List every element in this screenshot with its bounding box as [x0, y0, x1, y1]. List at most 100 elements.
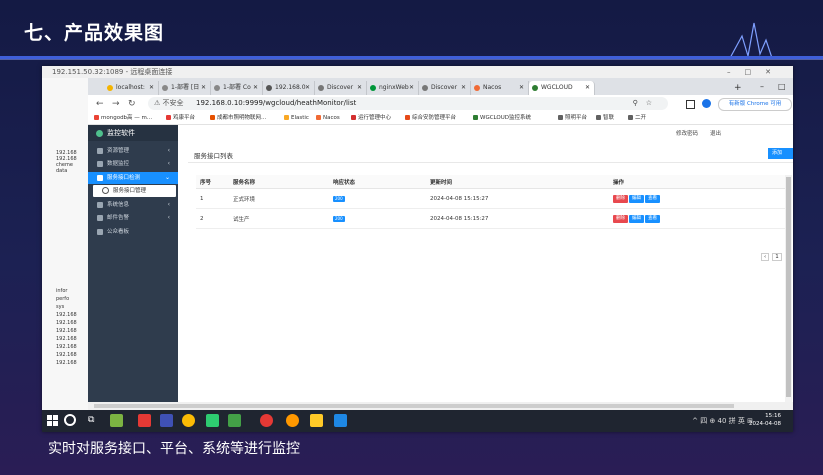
- reload-icon[interactable]: ↻: [128, 98, 136, 110]
- view-button[interactable]: 查看: [645, 214, 660, 223]
- add-button[interactable]: 添加: [768, 148, 793, 159]
- delete-button[interactable]: 删除: [613, 194, 628, 203]
- menu-label: 资源管理: [107, 148, 130, 154]
- bookmark-item[interactable]: Nacos: [316, 114, 340, 123]
- taskbar-search-icon[interactable]: [64, 414, 76, 426]
- bookmark-item[interactable]: 智联: [596, 114, 614, 123]
- tab-close-icon[interactable]: ✕: [305, 81, 310, 95]
- chrome-taskbar-icon[interactable]: [182, 414, 195, 427]
- tab-close-icon[interactable]: ✕: [409, 81, 414, 95]
- menu-service-manage[interactable]: 服务接口管理: [93, 185, 176, 197]
- browser-tab[interactable]: WGCLOUD ✕: [529, 81, 595, 95]
- app-icon-6[interactable]: [228, 414, 241, 427]
- logout-link[interactable]: 退出: [710, 129, 721, 137]
- browser-tab[interactable]: Discover ✕: [419, 81, 471, 95]
- windows-start-icon[interactable]: [47, 415, 58, 426]
- menu-resource[interactable]: 资源管理 ‹: [88, 145, 178, 157]
- profile-avatar-icon[interactable]: [702, 99, 711, 108]
- bookmark-icon: [405, 115, 410, 120]
- tab-close-icon[interactable]: ✕: [357, 81, 362, 95]
- system-tray[interactable]: ^ 四 ⊕ 40 拼 英 ⊞: [692, 416, 753, 426]
- browser-tab[interactable]: 1-部署 Co ✕: [211, 81, 263, 95]
- bookmark-item[interactable]: WGCLOUD监控系统: [473, 114, 531, 123]
- menu-service-check[interactable]: 服务接口检测 ⌄: [88, 172, 178, 184]
- view-button[interactable]: 查看: [645, 194, 660, 203]
- remote-window-controls[interactable]: –□✕: [727, 66, 785, 78]
- vertical-scrollbar[interactable]: [785, 175, 792, 410]
- not-secure-badge[interactable]: ⚠ 不安全: [154, 97, 184, 110]
- bookmark-icon: [316, 115, 321, 120]
- explorer-item[interactable]: sys: [56, 304, 64, 310]
- browser-tab[interactable]: Discover ✕: [315, 81, 367, 95]
- app-icon-3[interactable]: [160, 414, 173, 427]
- browser-tab[interactable]: localhost: ✕: [104, 81, 159, 95]
- tab-close-icon[interactable]: ✕: [149, 81, 154, 95]
- bookmark-item[interactable]: 综合安防管理平台: [405, 114, 456, 123]
- taskbar-clock[interactable]: 15:16 2024-04-08: [749, 412, 781, 428]
- back-icon[interactable]: ←: [96, 98, 104, 110]
- explorer-item[interactable]: 192.168: [56, 336, 77, 342]
- tab-close-icon[interactable]: ✕: [585, 81, 590, 95]
- app-icon-2[interactable]: [138, 414, 151, 427]
- task-view-icon[interactable]: ⧉: [88, 414, 101, 427]
- menu-data-monitor[interactable]: 数据监控 ‹: [88, 158, 178, 170]
- word-icon[interactable]: [334, 414, 347, 427]
- zoom-star-icons[interactable]: ⚲☆: [633, 97, 660, 110]
- bookmark-item[interactable]: 成都市照明物联网...: [210, 114, 266, 123]
- col-time: 更新时间: [426, 175, 609, 189]
- tab-close-icon[interactable]: ✕: [519, 81, 524, 95]
- explorer-item[interactable]: infor: [56, 288, 67, 294]
- browser-tab[interactable]: Nacos ✕: [471, 81, 529, 95]
- bookmark-item[interactable]: 照明平台: [558, 114, 587, 123]
- url-field[interactable]: ⚠ 不安全 192.168.0.10:9999/wgcloud/heathMon…: [148, 97, 668, 110]
- bookmark-item[interactable]: 二开: [628, 114, 646, 123]
- browser-tab[interactable]: nginxWeb ✕: [367, 81, 419, 95]
- cell-index: 1: [196, 188, 229, 209]
- wechat-taskbar-icon[interactable]: [206, 414, 219, 427]
- browser-tab[interactable]: 192.168.0 ✕: [263, 81, 315, 95]
- new-tab-button[interactable]: +: [734, 81, 742, 95]
- explorer-item[interactable]: 192.168: [56, 312, 77, 318]
- edit-button[interactable]: 编辑: [629, 194, 644, 203]
- pager-page[interactable]: 1: [772, 253, 782, 261]
- app-logo[interactable]: 监控软件: [88, 125, 178, 141]
- explorer-item[interactable]: 192.168: [56, 328, 77, 334]
- explorer-item[interactable]: 192.168: [56, 360, 77, 366]
- bookmark-item[interactable]: 运行管理中心: [351, 114, 391, 123]
- minimize-button[interactable]: –: [760, 81, 764, 93]
- menu-mail-alert[interactable]: 邮件告警 ‹: [88, 212, 178, 224]
- bookmark-item[interactable]: Elastic: [284, 114, 309, 123]
- url-text[interactable]: 192.168.0.10:9999/wgcloud/heathMonitor/l…: [196, 97, 356, 110]
- explorer-item[interactable]: 192.168: [56, 352, 77, 358]
- menu-label: 服务接口检测: [107, 175, 141, 181]
- menu-public-board[interactable]: 公众看板: [88, 226, 178, 238]
- bookmark-item[interactable]: 鸡康平台: [166, 114, 195, 123]
- explorer-item[interactable]: 192.168: [56, 344, 77, 350]
- sidepanel-icon[interactable]: [686, 100, 695, 109]
- file-explorer-icon[interactable]: [310, 414, 323, 427]
- maximize-button[interactable]: □: [778, 81, 786, 93]
- panel-divider: [188, 162, 793, 163]
- explorer-item[interactable]: 192.168: [56, 320, 77, 326]
- chrome-update-button[interactable]: 有新版 Chrome 可用: [718, 98, 792, 111]
- col-actions: 操作: [609, 175, 786, 189]
- edit-button[interactable]: 编辑: [629, 214, 644, 223]
- tab-close-icon[interactable]: ✕: [253, 81, 258, 95]
- tab-close-icon[interactable]: ✕: [461, 81, 466, 95]
- forward-icon[interactable]: →: [112, 98, 120, 110]
- tab-close-icon[interactable]: ✕: [201, 81, 206, 95]
- menu-system-info[interactable]: 系统信息 ‹: [88, 199, 178, 211]
- bookmark-label: 照明平台: [565, 115, 588, 121]
- delete-button[interactable]: 删除: [613, 214, 628, 223]
- explorer-item[interactable]: data: [56, 168, 67, 174]
- app-icon-1[interactable]: [110, 414, 123, 427]
- bookmark-item[interactable]: mongodb高 — m...: [94, 114, 152, 123]
- remote-left-explorer: 192.168 192.168 cheme data infor perfo sys 192.…: [42, 78, 89, 410]
- app-icon-7[interactable]: [260, 414, 273, 427]
- change-password-link[interactable]: 修改密码: [676, 129, 698, 137]
- app-icon-8[interactable]: [286, 414, 299, 427]
- horizontal-scrollbar[interactable]: [88, 402, 793, 410]
- explorer-item[interactable]: perfo: [56, 296, 69, 302]
- browser-tab[interactable]: 1-部署 [日 ✕: [159, 81, 211, 95]
- pager-prev[interactable]: ‹: [761, 253, 770, 261]
